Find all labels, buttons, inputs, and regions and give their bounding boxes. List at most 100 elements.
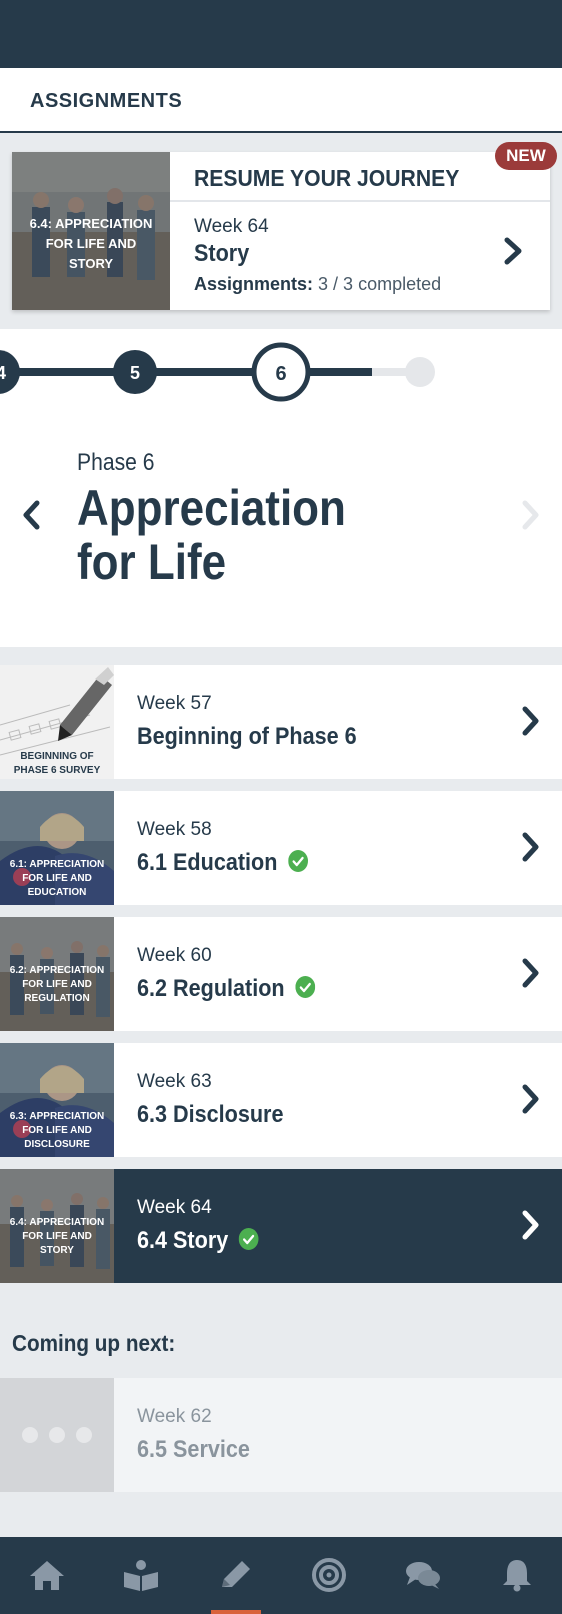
resume-name: Story xyxy=(194,240,250,267)
step-6-label: 6 xyxy=(275,363,286,385)
resume-heading: RESUME YOUR JOURNEY xyxy=(170,152,550,202)
resume-journey-card[interactable]: 6.4: APPRECIATION FOR LIFE AND STORY RES… xyxy=(12,152,550,310)
resume-section: 6.4: APPRECIATION FOR LIFE AND STORY RES… xyxy=(0,135,562,329)
bell-icon xyxy=(503,1560,531,1592)
check-circle-icon xyxy=(288,850,309,872)
resume-thumb-caption-3: STORY xyxy=(69,256,113,271)
phase-title-line1: Appreciation xyxy=(77,480,346,536)
upcoming-week-label: Week 62 xyxy=(137,1406,212,1427)
book-icon xyxy=(124,1560,158,1591)
week-60-thumb-caption-3: REGULATION xyxy=(24,993,89,1004)
tab-notifications[interactable] xyxy=(470,1537,562,1614)
week-row-58[interactable]: 6.1: APPRECIATION FOR LIFE AND EDUCATION… xyxy=(0,791,562,905)
pencil-icon xyxy=(222,1561,250,1587)
week-title: 6.1 Education xyxy=(137,849,309,877)
dot-icon xyxy=(22,1427,38,1443)
coming-up-heading: Coming up next: xyxy=(12,1330,176,1356)
week-58-thumb-caption-3: EDUCATION xyxy=(28,887,87,898)
resume-thumb-caption-2: FOR LIFE AND xyxy=(46,236,137,251)
status-bar xyxy=(0,0,562,68)
page-title: ASSIGNMENTS xyxy=(30,90,183,112)
week-58-thumb-caption-1: 6.1: APPRECIATION xyxy=(10,859,104,870)
week-64-thumb-caption-1: 6.4: APPRECIATION xyxy=(10,1217,104,1228)
phase-title: Appreciation for Life xyxy=(77,481,411,589)
chevron-right-icon xyxy=(522,500,539,530)
tab-learn[interactable] xyxy=(94,1537,188,1614)
week-58-thumbnail: 6.1: APPRECIATION FOR LIFE AND EDUCATION xyxy=(0,791,114,905)
week-title: 6.3 Disclosure xyxy=(137,1101,284,1128)
assignments-value: 3 / 3 completed xyxy=(318,274,442,294)
week-64-thumb-caption-2: FOR LIFE AND xyxy=(22,1231,92,1242)
week-63-thumbnail: 6.3: APPRECIATION FOR LIFE AND DISCLOSUR… xyxy=(0,1043,114,1157)
resume-assignments: Assignments: 3 / 3 completed xyxy=(194,274,441,295)
step-6[interactable]: 6 xyxy=(251,342,311,402)
week-60-thumbnail: 6.2: APPRECIATION FOR LIFE AND REGULATIO… xyxy=(0,917,114,1031)
week-57-thumb-caption-1: BEGINNING OF xyxy=(20,751,93,762)
week-title-text: 6.2 Regulation xyxy=(137,975,285,1002)
page-header: ASSIGNMENTS xyxy=(0,68,562,133)
chat-icon xyxy=(406,1562,440,1589)
upcoming-week-title: 6.5 Service xyxy=(137,1436,250,1463)
active-tab-indicator xyxy=(211,1610,261,1614)
step-next-placeholder xyxy=(405,357,435,387)
phase-section: 4 5 6 Phase 6 Appreciation for Life xyxy=(0,329,562,647)
week-row-57[interactable]: BEGINNING OF PHASE 6 SURVEY Week 57 Begi… xyxy=(0,665,562,779)
week-64-thumbnail: 6.4: APPRECIATION FOR LIFE AND STORY xyxy=(0,1169,114,1283)
assignments-label: Assignments: xyxy=(194,274,314,294)
resume-thumbnail: 6.4: APPRECIATION FOR LIFE AND STORY xyxy=(12,152,170,310)
week-57-thumb-caption-2: PHASE 6 SURVEY xyxy=(14,765,101,776)
step-5[interactable]: 5 xyxy=(113,350,157,394)
week-label: Week 63 xyxy=(137,1071,212,1092)
phase-stepper: 4 5 6 xyxy=(0,342,435,402)
chevron-right-icon[interactable] xyxy=(518,831,542,863)
check-circle-icon xyxy=(295,976,316,998)
resume-heading-text: RESUME YOUR JOURNEY xyxy=(194,165,460,191)
week-60-thumb-caption-1: 6.2: APPRECIATION xyxy=(10,965,104,976)
week-title: 6.4 Story xyxy=(137,1227,259,1255)
bottom-tab-bar xyxy=(0,1537,562,1614)
step-4-label: 4 xyxy=(0,363,6,383)
week-64-thumb-caption-3: STORY xyxy=(40,1245,74,1256)
week-label: Week 60 xyxy=(137,945,212,966)
chevron-right-icon[interactable] xyxy=(518,705,542,737)
check-circle-icon xyxy=(239,1228,259,1250)
week-row-64[interactable]: 6.4: APPRECIATION FOR LIFE AND STORY Wee… xyxy=(0,1169,562,1283)
dot-icon xyxy=(76,1427,92,1443)
chevron-right-icon[interactable] xyxy=(502,236,526,266)
dot-icon xyxy=(49,1427,65,1443)
week-title: 6.2 Regulation xyxy=(137,975,316,1003)
week-label: Week 58 xyxy=(137,819,212,840)
upcoming-thumbnail-placeholder xyxy=(0,1378,114,1492)
step-4[interactable]: 4 xyxy=(0,350,20,394)
home-icon xyxy=(30,1561,64,1590)
tab-assignments[interactable] xyxy=(188,1537,282,1614)
week-57-thumbnail: BEGINNING OF PHASE 6 SURVEY xyxy=(0,665,114,779)
week-63-thumb-caption-2: FOR LIFE AND xyxy=(22,1125,92,1136)
tab-home[interactable] xyxy=(0,1537,94,1614)
week-row-63[interactable]: 6.3: APPRECIATION FOR LIFE AND DISCLOSUR… xyxy=(0,1043,562,1157)
resume-thumb-caption-1: 6.4: APPRECIATION xyxy=(30,216,153,231)
chevron-left-icon[interactable] xyxy=(20,499,44,531)
week-row-60[interactable]: 6.2: APPRECIATION FOR LIFE AND REGULATIO… xyxy=(0,917,562,1031)
chevron-right-icon[interactable] xyxy=(518,957,542,989)
chevron-right-icon[interactable] xyxy=(518,1083,542,1115)
upcoming-row: Week 62 6.5 Service xyxy=(0,1378,562,1492)
new-badge: NEW xyxy=(495,142,557,170)
phase-label: Phase 6 xyxy=(77,449,155,476)
week-60-thumb-caption-2: FOR LIFE AND xyxy=(22,979,92,990)
phase-title-line2: for Life xyxy=(77,534,227,590)
week-title: Beginning of Phase 6 xyxy=(137,723,357,750)
week-label: Week 57 xyxy=(137,693,212,714)
chevron-right-icon[interactable] xyxy=(518,1209,542,1241)
week-label: Week 64 xyxy=(137,1197,212,1218)
target-icon xyxy=(312,1558,346,1592)
week-58-thumb-caption-2: FOR LIFE AND xyxy=(22,873,92,884)
week-title-text: 6.4 Story xyxy=(137,1227,229,1254)
week-63-thumb-caption-3: DISCLOSURE xyxy=(24,1139,90,1150)
week-63-thumb-caption-1: 6.3: APPRECIATION xyxy=(10,1111,104,1122)
week-title-text: 6.1 Education xyxy=(137,849,278,876)
step-5-label: 5 xyxy=(130,363,140,383)
tab-messages[interactable] xyxy=(376,1537,470,1614)
resume-week: Week 64 xyxy=(194,216,269,237)
tab-goals[interactable] xyxy=(282,1537,376,1614)
